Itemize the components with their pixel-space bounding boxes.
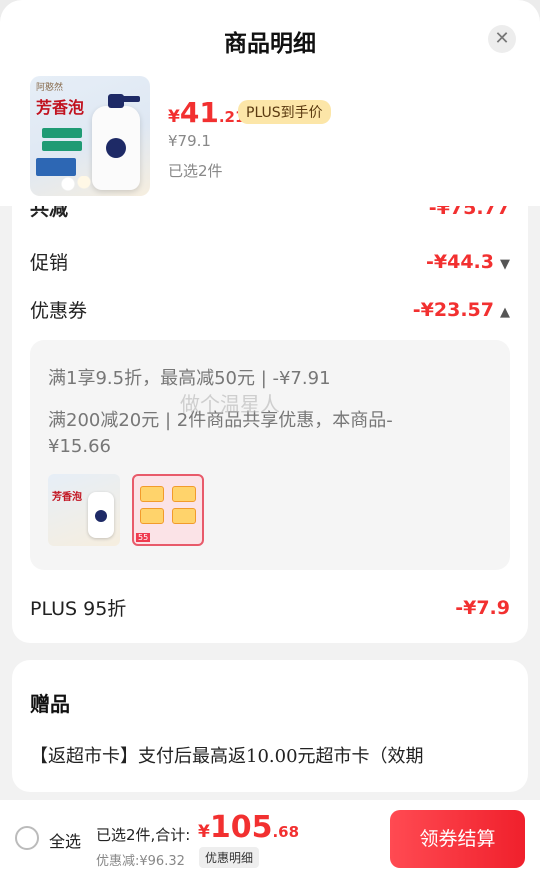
coupon-row[interactable]: 优惠券 -¥23.57 ▲	[30, 296, 510, 323]
bottle-seal-shape	[106, 138, 126, 158]
coupon-product-thumbnail-2[interactable]: 55	[132, 474, 204, 546]
gift-title: 赠品	[30, 692, 70, 716]
mini-bottle-seal	[95, 510, 107, 522]
page-title: 商品明细	[224, 30, 316, 57]
mini2-pack	[172, 486, 196, 502]
plus-discount-label: PLUS 95折	[30, 598, 127, 620]
order-detail-sheet: 共减 -¥75.77 促销 -¥44.3 ▼ 优惠券 -¥23.57 ▲ 满1享9.…	[0, 0, 540, 874]
price-currency: ¥	[168, 107, 180, 127]
promo-row[interactable]: 促销 -¥44.3 ▼	[30, 248, 510, 275]
gift-card: 赠品 【返超市卡】支付后最高返10.00元超市卡（效期	[12, 660, 528, 792]
total-label: 已选2件,合计:	[96, 826, 191, 844]
close-button[interactable]: ✕	[488, 25, 516, 53]
total-currency: ¥	[198, 822, 210, 842]
selected-count: 已选2件	[168, 162, 223, 180]
original-price: ¥79.1	[168, 132, 211, 150]
mini2-pack	[140, 486, 164, 502]
select-all-radio[interactable]	[15, 826, 39, 850]
coupon-detail-1: 满1享9.5折，最高减50元 | -¥7.91	[48, 368, 331, 389]
promo-value-group: -¥44.3 ▼	[426, 251, 510, 273]
product-thumbnail[interactable]: 阿憨然 芳香泡	[30, 76, 150, 196]
plus-discount-value: -¥7.9	[455, 596, 510, 619]
product-tag-shape	[36, 158, 76, 176]
checkout-button[interactable]: 领券结算	[390, 810, 525, 868]
total-integer: 105	[209, 810, 273, 845]
flower-decoration	[60, 176, 100, 192]
product-name: 芳香泡	[36, 98, 85, 117]
coupon-value-group: -¥23.57 ▲	[413, 299, 510, 321]
product-price: ¥ 41 .21	[168, 96, 245, 129]
price-integer: 41	[179, 96, 219, 129]
close-icon: ✕	[494, 28, 510, 49]
watermark: 做个温星人	[180, 392, 280, 416]
mini2-pack	[172, 508, 196, 524]
coupon-value: -¥23.57	[412, 298, 494, 321]
mini-product-name: 芳香泡	[52, 492, 82, 503]
total-price: ¥ 105 .68	[198, 810, 299, 845]
bottle-pump-shape	[116, 96, 140, 102]
chevron-up-icon[interactable]: ▲	[500, 305, 510, 320]
product-tag-shape	[42, 141, 82, 151]
coupon-product-thumbnail-1[interactable]: 芳香泡	[48, 474, 120, 546]
promo-value: -¥44.3	[426, 250, 494, 273]
coupon-label: 优惠券	[30, 300, 88, 322]
gift-text: 【返超市卡】支付后最高返10.00元超市卡（效期	[30, 746, 424, 767]
plus-price-badge: PLUS到手价	[238, 100, 331, 124]
plus-discount-row: PLUS 95折 -¥7.9	[30, 594, 510, 621]
product-tag-shape	[42, 128, 82, 138]
mini2-pack	[140, 508, 164, 524]
total-decimal: .68	[272, 823, 300, 841]
discount-detail-button[interactable]: 优惠明细	[199, 847, 260, 868]
sheet-header: 商品明细 ✕ 阿憨然 芳香泡 ¥ 41 .21 PLUS到手价 ¥79.1 已选…	[0, 0, 540, 206]
product-brand: 阿憨然	[36, 83, 64, 93]
discount-amount: 优惠减:¥96.32	[96, 854, 185, 869]
chevron-down-icon[interactable]: ▼	[500, 257, 510, 272]
coupon-detail-box: 满1享9.5折，最高减50元 | -¥7.91 满200减20元 | 2件商品共…	[30, 340, 510, 570]
promo-label: 促销	[30, 252, 69, 274]
select-all-label[interactable]: 全选	[49, 828, 81, 852]
checkout-bar: 全选 已选2件,合计: ¥ 105 .68 优惠减:¥96.32 优惠明细 领券…	[0, 800, 540, 874]
mini2-discount-tag: 55	[136, 533, 151, 542]
